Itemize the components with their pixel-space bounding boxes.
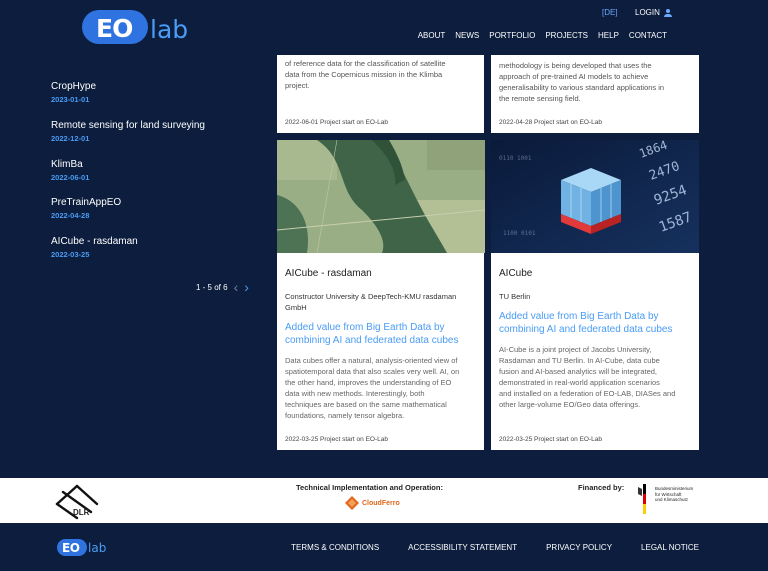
card-description-line: fusion and AI-based analytics will be in… [499, 367, 658, 376]
svg-text:1100 0101: 1100 0101 [503, 230, 536, 237]
datacube-illustration: 1864 2470 9254 1587 0110 1001 1100 0101 [491, 140, 699, 253]
project-list-item[interactable]: PreTrainAppEO 2022-04-28 [51, 197, 251, 220]
project-list-item[interactable]: Remote sensing for land surveying 2022-1… [51, 120, 251, 143]
card-snippet-line: approach of pre-trained AI models to ach… [499, 72, 649, 81]
nav-portfolio[interactable]: PORTFOLIO [489, 31, 535, 40]
card-snippet-line: the remote sensing field. [499, 94, 581, 103]
bmwk-logo[interactable]: Bundesministerium für Wirtschaft und Kli… [655, 486, 699, 503]
card-description-line: and installed on a federation of EO-LAB,… [499, 389, 676, 398]
bmwk-line: und Klimaschutz [655, 497, 689, 502]
project-list-item[interactable]: AICube - rasdaman 2022-03-25 [51, 236, 251, 259]
user-icon [663, 8, 672, 17]
logo-eo-text: EO [62, 541, 80, 555]
svg-text:0110 1001: 0110 1001 [499, 155, 532, 162]
financed-by-label: Financed by: [578, 483, 625, 492]
project-date: 2022-04-28 [51, 211, 90, 220]
card-image-aerial [277, 140, 485, 253]
card-subtitle[interactable]: Added value from Big Earth Data by [491, 310, 699, 323]
project-date: 2022-03-25 [51, 250, 90, 259]
footer-link-terms[interactable]: TERMS & CONDITIONS [291, 543, 379, 552]
login-label: LOGIN [635, 8, 660, 17]
nav-help[interactable]: HELP [598, 31, 619, 40]
chevron-right-icon[interactable]: › [244, 280, 249, 294]
logo-lab-text: lab [150, 15, 189, 44]
footer-link-legal[interactable]: LEGAL NOTICE [641, 543, 699, 552]
project-list-item[interactable]: CropHype 2023-01-01 [51, 81, 251, 104]
card-organization: TU Berlin [499, 292, 531, 301]
project-title: KlimBa [51, 159, 83, 170]
card-snippet-line: methodology is being developed that uses… [499, 61, 652, 70]
card-description-line: other large-volume EO/Geo data offerings… [499, 400, 641, 409]
bmwk-eagle-icon [638, 484, 646, 514]
cloudferro-logo[interactable]: CloudFerro [345, 496, 400, 510]
card-footer: 2022-04-28 Project start on EO-Lab [499, 119, 602, 126]
pagination-count: 1 - 5 of 6 [196, 282, 228, 292]
card-subtitle[interactable]: combining AI and federated data cubes [277, 334, 484, 347]
card-footer: 2022-06-01 Project start on EO-Lab [285, 119, 388, 126]
nav-news[interactable]: NEWS [455, 31, 479, 40]
project-date: 2023-01-01 [51, 95, 90, 104]
main-nav: ABOUT NEWS PORTFOLIO PROJECTS HELP CONTA… [418, 31, 667, 40]
login-link[interactable]: LOGIN [635, 8, 672, 17]
footer-links: TERMS & CONDITIONS ACCESSIBILITY STATEME… [291, 543, 699, 552]
card-organization: GmbH [285, 303, 307, 312]
footer-link-privacy[interactable]: PRIVACY POLICY [546, 543, 612, 552]
card-description-line: foundations, namely tensor algebra. [285, 411, 405, 420]
nav-contact[interactable]: CONTACT [629, 31, 667, 40]
language-switch-de[interactable]: [DE] [602, 8, 618, 17]
card-snippet-line: project. [285, 81, 310, 90]
eolab-logo[interactable]: EO lab [82, 10, 194, 44]
card-title: AICube - rasdaman [285, 268, 372, 279]
card-description-line: the other hand, improves the understandi… [285, 378, 452, 387]
footer-eolab-logo[interactable]: EO lab [57, 539, 109, 556]
tech-operation-label: Technical Implementation and Operation: [296, 483, 443, 492]
cloudferro-text: CloudFerro [362, 499, 400, 507]
pagination: 1 - 5 of 6 ‹ › [196, 280, 249, 294]
project-list-item[interactable]: KlimBa 2022-06-01 [51, 159, 251, 182]
project-title: Remote sensing for land surveying [51, 120, 205, 131]
card-snippet-line: data from the Copernicus mission in the … [285, 70, 443, 79]
project-title: AICube - rasdaman [51, 236, 138, 247]
card-organization: Constructor University & DeepTech-KMU ra… [285, 292, 457, 301]
logo-eo-text: EO [96, 14, 133, 43]
card-subtitle[interactable]: Added value from Big Earth Data by [277, 321, 484, 334]
logo-lab-text: lab [88, 541, 107, 555]
cloudferro-icon [345, 496, 359, 510]
project-card[interactable]: of reference data for the classification… [277, 55, 484, 133]
card-description-line: Data cubes offer a natural, analysis-ori… [285, 356, 458, 365]
card-snippet-line: generalisability to various standard app… [499, 83, 665, 92]
project-card[interactable]: AICube - rasdaman Constructor University… [277, 140, 485, 450]
project-title: PreTrainAppEO [51, 197, 122, 208]
project-date: 2022-12-01 [51, 134, 90, 143]
aerial-photo [277, 140, 485, 253]
card-description-line: techniques are based on the same mathema… [285, 400, 447, 409]
card-description-line: spatiotemporal data that also scales ver… [285, 367, 460, 376]
dlr-logo-text: DLR [73, 508, 90, 517]
card-snippet-line: of reference data for the classification… [285, 59, 446, 68]
card-title: AICube [499, 268, 533, 279]
nav-about[interactable]: ABOUT [418, 31, 446, 40]
card-description-line: demonstrated in real-world application s… [499, 378, 660, 387]
card-description-line: data with new methods. Interestingly, bo… [285, 389, 425, 398]
card-description-line: Rasdaman and TU Berlin. In AI-Cube, data… [499, 356, 660, 365]
card-subtitle[interactable]: combining AI and federated data cubes [491, 323, 699, 336]
card-image-datacube: 1864 2470 9254 1587 0110 1001 1100 0101 [491, 140, 699, 253]
card-footer: 2022-03-25 Project start on EO-Lab [285, 436, 388, 443]
project-title: CropHype [51, 81, 97, 92]
nav-projects[interactable]: PROJECTS [545, 31, 588, 40]
project-date: 2022-06-01 [51, 173, 90, 182]
card-description-line: AI-Cube is a joint project of Jacobs Uni… [499, 345, 652, 354]
chevron-left-icon[interactable]: ‹ [234, 280, 239, 294]
project-card[interactable]: 1864 2470 9254 1587 0110 1001 1100 0101 … [491, 140, 699, 450]
project-card[interactable]: methodology is being developed that uses… [491, 55, 699, 133]
card-footer: 2022-03-25 Project start on EO-Lab [499, 436, 602, 443]
partners-band: DLR Technical Implementation and Operati… [0, 478, 768, 523]
footer-link-accessibility[interactable]: ACCESSIBILITY STATEMENT [408, 543, 517, 552]
bmwk-line: Bundesministerium [655, 486, 694, 491]
